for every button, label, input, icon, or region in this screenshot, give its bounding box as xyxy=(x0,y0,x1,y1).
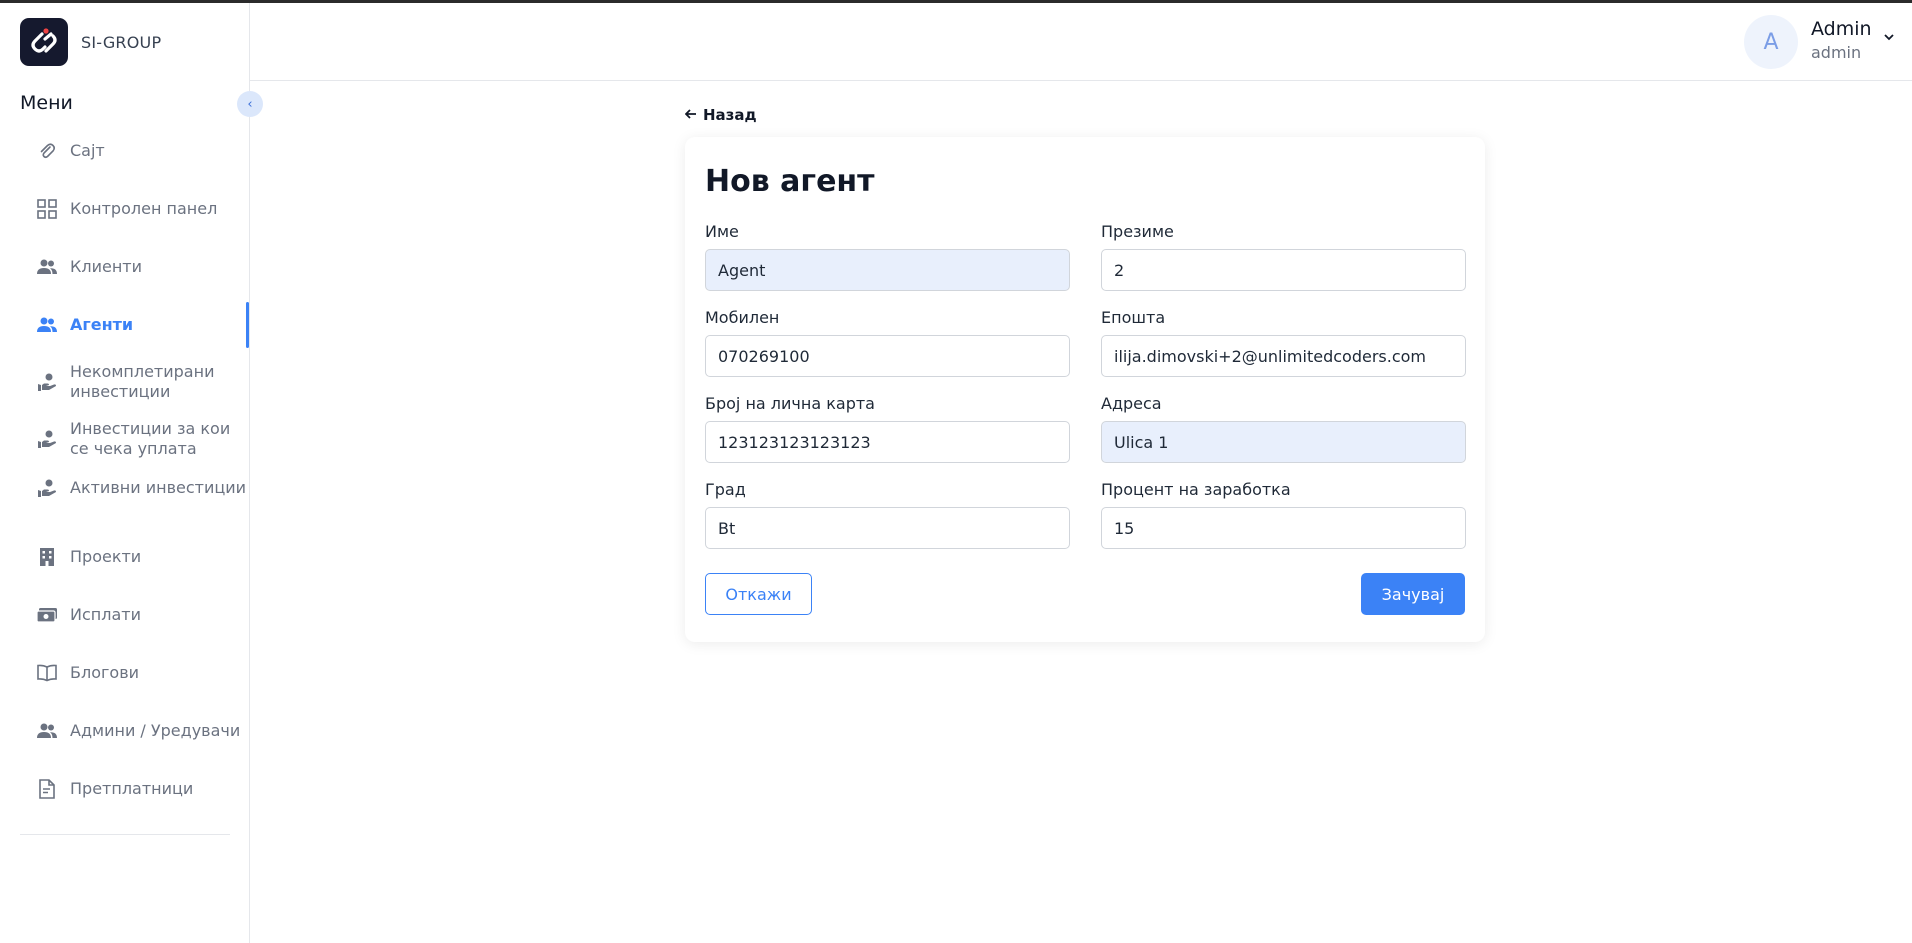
sidebar-item-incomplete-investments[interactable]: Некомплетирани инвестиции xyxy=(36,362,248,402)
paperclip-icon xyxy=(36,140,58,162)
arrow-left-icon xyxy=(684,107,697,123)
sidebar-item-subscribers[interactable]: Претплатници xyxy=(36,778,248,800)
top-header xyxy=(250,3,1912,81)
avatar-initial: A xyxy=(1763,29,1779,55)
sidebar-item-label: Сајт xyxy=(70,141,105,160)
cancel-button[interactable]: Откажи xyxy=(705,573,812,615)
user-role: admin xyxy=(1811,43,1862,62)
commission-label: Процент на заработка xyxy=(1101,480,1291,499)
active-item-indicator xyxy=(246,302,249,348)
id-card-field[interactable] xyxy=(705,421,1070,463)
address-label: Адреса xyxy=(1101,394,1162,413)
user-name[interactable]: Admin xyxy=(1811,18,1872,40)
sidebar-item-label: Админи / Уредувачи xyxy=(70,721,241,740)
menu-title: Мени xyxy=(20,92,73,114)
page-title: Нов агент xyxy=(705,164,875,199)
brand[interactable]: SI-GROUP xyxy=(20,18,161,66)
sidebar-collapse-button[interactable]: ‹ xyxy=(237,91,263,117)
sidebar-item-blogs[interactable]: Блогови xyxy=(36,662,248,684)
sidebar-item-clients[interactable]: Клиенти xyxy=(36,256,248,278)
sidebar-item-payouts[interactable]: Исплати xyxy=(36,604,248,626)
back-label: Назад xyxy=(703,106,757,124)
sidebar-item-site[interactable]: Сајт xyxy=(36,140,248,162)
sidebar-item-label: Клиенти xyxy=(70,257,143,276)
new-agent-form-card: Нов агент Име Презиме Мобилен Епошта Бро… xyxy=(685,137,1485,642)
sidebar-item-pending-payment-investments[interactable]: Инвестиции за кои се чека уплата xyxy=(36,419,248,459)
first-name-label: Име xyxy=(705,222,739,241)
id-card-label: Број на лична карта xyxy=(705,394,875,413)
dashboard-grid-icon xyxy=(36,198,58,220)
sidebar-item-label: Претплатници xyxy=(70,779,194,798)
money-icon xyxy=(36,604,58,626)
email-field[interactable] xyxy=(1101,335,1466,377)
sidebar-item-dashboard[interactable]: Контролен панел xyxy=(36,198,248,220)
users-icon xyxy=(36,314,58,336)
document-icon xyxy=(36,778,58,800)
first-name-field[interactable] xyxy=(705,249,1070,291)
sidebar-item-admins-editors[interactable]: Админи / Уредувачи xyxy=(36,720,248,742)
last-name-label: Презиме xyxy=(1101,222,1174,241)
book-icon xyxy=(36,662,58,684)
back-link[interactable]: Назад xyxy=(684,106,757,124)
email-label: Епошта xyxy=(1101,308,1166,327)
brand-name: SI-GROUP xyxy=(81,32,162,52)
sidebar-item-label: Блогови xyxy=(70,663,140,682)
sidebar-item-label: Агенти xyxy=(70,315,134,334)
sidebar-item-projects[interactable]: Проекти xyxy=(36,546,248,568)
sidebar-item-label: Проекти xyxy=(70,547,142,566)
commission-field[interactable] xyxy=(1101,507,1466,549)
mobile-field[interactable] xyxy=(705,335,1070,377)
brand-logo-icon xyxy=(20,18,68,66)
avatar[interactable]: A xyxy=(1744,15,1798,69)
sidebar: SI-GROUP Мени Сајт Контролен панел Клиен… xyxy=(0,3,250,943)
last-name-field[interactable] xyxy=(1101,249,1466,291)
chevron-left-icon: ‹ xyxy=(247,96,253,112)
hand-coin-icon xyxy=(36,371,58,393)
chevron-down-icon[interactable] xyxy=(1884,30,1894,44)
sidebar-item-label: Активни инвестиции xyxy=(70,478,247,497)
city-label: Град xyxy=(705,480,746,499)
address-field[interactable] xyxy=(1101,421,1466,463)
city-field[interactable] xyxy=(705,507,1070,549)
hand-coin-icon xyxy=(36,477,58,499)
building-icon xyxy=(36,546,58,568)
sidebar-item-active-investments[interactable]: Активни инвестиции xyxy=(36,477,248,499)
hand-coin-icon xyxy=(36,428,58,450)
save-button[interactable]: Зачувај xyxy=(1361,573,1465,615)
sidebar-item-label: Контролен панел xyxy=(70,199,218,218)
users-icon xyxy=(36,256,58,278)
sidebar-item-label: Некомплетирани инвестиции xyxy=(70,362,215,401)
mobile-label: Мобилен xyxy=(705,308,780,327)
sidebar-item-label: Инвестиции за кои се чека уплата xyxy=(70,419,231,458)
sidebar-item-label: Исплати xyxy=(70,605,141,624)
sidebar-item-agents[interactable]: Агенти xyxy=(36,314,248,336)
sidebar-divider xyxy=(20,834,230,835)
users-icon xyxy=(36,720,58,742)
